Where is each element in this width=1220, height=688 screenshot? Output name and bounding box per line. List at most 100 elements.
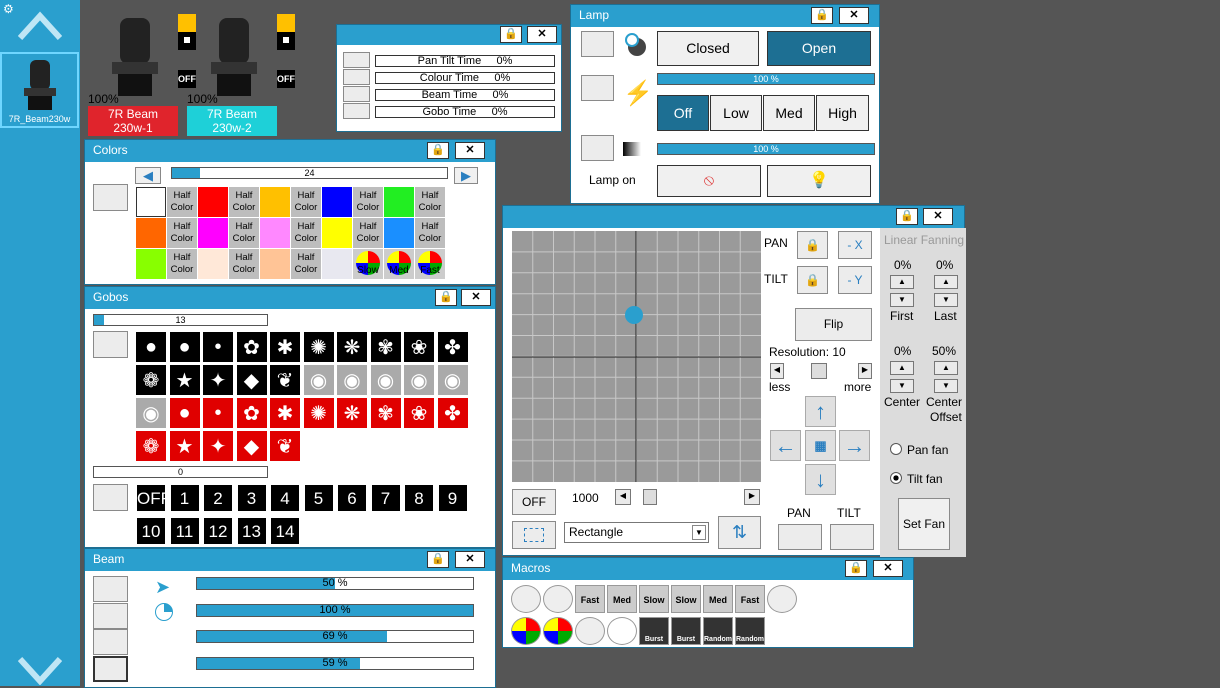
gobo-button[interactable]: ★ bbox=[169, 431, 200, 461]
gobo-slider[interactable]: 13 bbox=[93, 314, 268, 326]
color-wheel-slow-button[interactable]: Slow bbox=[353, 249, 383, 279]
pan-tilt-grid[interactable] bbox=[512, 231, 761, 482]
resolution-thumb[interactable] bbox=[811, 363, 827, 379]
arrow-up-icon[interactable]: ↑ bbox=[805, 396, 836, 427]
lock-icon[interactable]: 🔒 bbox=[427, 551, 449, 568]
color-swatch[interactable] bbox=[260, 249, 290, 279]
macro-button[interactable]: Slow bbox=[671, 585, 701, 613]
close-icon[interactable]: ✕ bbox=[923, 208, 953, 225]
pan-fan-radio[interactable] bbox=[890, 443, 902, 455]
gobo-button[interactable]: ◉ bbox=[303, 365, 334, 395]
gobo-button[interactable]: ✾ bbox=[370, 398, 401, 428]
lamp-select-button[interactable] bbox=[581, 31, 614, 57]
macro-button[interactable] bbox=[511, 585, 541, 613]
gobo-number-button[interactable]: 12 bbox=[203, 517, 233, 545]
macro-button[interactable]: Slow bbox=[639, 585, 669, 613]
timing-select-button[interactable] bbox=[343, 86, 370, 102]
color-swatch[interactable] bbox=[198, 249, 228, 279]
gobo-button[interactable]: ● bbox=[169, 332, 200, 362]
macro-button[interactable]: Random bbox=[703, 617, 733, 645]
half-color-button[interactable]: Half Color bbox=[229, 187, 259, 217]
fixture-card[interactable]: OFF 100% 7R Beam 230w-1 bbox=[88, 14, 196, 138]
macro-button[interactable]: Med bbox=[607, 585, 637, 613]
lock-icon[interactable]: 🔒 bbox=[896, 208, 918, 225]
gobo-number-button[interactable]: 6 bbox=[337, 484, 367, 512]
macro-button[interactable] bbox=[511, 617, 541, 645]
gobo-button[interactable]: ❦ bbox=[270, 431, 300, 461]
macro-button[interactable]: Burst bbox=[639, 617, 669, 645]
lock-icon[interactable]: 🔒 bbox=[427, 142, 449, 159]
close-icon[interactable]: ✕ bbox=[839, 7, 869, 24]
shutter-open-button[interactable]: Open bbox=[767, 31, 871, 66]
fixture-thumbnail[interactable]: 7R_Beam230w bbox=[0, 52, 79, 128]
last-up-button[interactable]: ▲ bbox=[934, 275, 958, 289]
gobo-button[interactable]: ✿ bbox=[236, 332, 267, 362]
close-icon[interactable]: ✕ bbox=[527, 26, 557, 43]
close-icon[interactable]: ✕ bbox=[461, 289, 491, 306]
first-down-button[interactable]: ▼ bbox=[890, 293, 914, 307]
invert-x-button[interactable]: - X bbox=[838, 231, 872, 259]
shutter-closed-button[interactable]: Closed bbox=[657, 31, 759, 66]
arrow-left-icon[interactable]: ← bbox=[770, 430, 801, 461]
gobo-button[interactable]: ● bbox=[136, 332, 166, 362]
gobo-button[interactable]: ❀ bbox=[404, 398, 434, 428]
beam-slider[interactable]: 69 % bbox=[196, 630, 474, 643]
gobo-button[interactable]: ◉ bbox=[337, 365, 367, 395]
gobo-button[interactable]: ✱ bbox=[270, 332, 300, 362]
pan-lock-button[interactable]: 🔒 bbox=[797, 231, 828, 259]
macro-button[interactable]: Random bbox=[735, 617, 765, 645]
beam-select-button[interactable] bbox=[93, 655, 128, 682]
tilt-lock-button[interactable]: 🔒 bbox=[797, 266, 828, 294]
resolution-increase[interactable]: ▶ bbox=[858, 363, 872, 379]
dimmer-select-button[interactable] bbox=[581, 135, 614, 161]
half-color-button[interactable]: Half Color bbox=[291, 218, 321, 248]
color-swatch[interactable] bbox=[260, 218, 290, 248]
gobo-number-button[interactable]: 9 bbox=[437, 484, 468, 512]
gobo-button[interactable]: ✦ bbox=[203, 365, 233, 395]
gobo-number-button[interactable]: 13 bbox=[236, 517, 267, 545]
gobo-button[interactable]: ❋ bbox=[337, 332, 367, 362]
set-fan-button[interactable]: Set Fan bbox=[898, 498, 950, 550]
timing-select-button[interactable] bbox=[343, 103, 370, 119]
beam-select-button[interactable] bbox=[93, 602, 128, 629]
gobo-number-button[interactable]: 8 bbox=[404, 484, 434, 512]
gobo-button[interactable]: ★ bbox=[169, 365, 200, 395]
tilt-fan-button[interactable] bbox=[830, 524, 874, 550]
gobo-button[interactable]: ◆ bbox=[236, 431, 267, 461]
color-swatch[interactable] bbox=[198, 218, 228, 248]
gobo-number-button[interactable]: 3 bbox=[236, 484, 267, 512]
lock-icon[interactable]: 🔒 bbox=[435, 289, 457, 306]
next-arrow-icon[interactable]: ▶ bbox=[454, 167, 478, 184]
center-icon[interactable]: ▦ bbox=[805, 430, 836, 461]
fixture-name-label[interactable]: 7R Beam 230w-1 bbox=[88, 106, 178, 136]
half-color-button[interactable]: Half Color bbox=[415, 218, 445, 248]
macro-button[interactable]: Burst bbox=[671, 617, 701, 645]
close-icon[interactable]: ✕ bbox=[455, 551, 485, 568]
lock-icon[interactable]: 🔒 bbox=[845, 560, 867, 577]
color-swatch[interactable] bbox=[136, 187, 166, 217]
color-swatch[interactable] bbox=[198, 187, 228, 217]
chevron-down-icon[interactable] bbox=[18, 655, 62, 685]
first-up-button[interactable]: ▲ bbox=[890, 275, 914, 289]
half-color-button[interactable]: Half Color bbox=[353, 218, 383, 248]
fixture-name-label[interactable]: 7R Beam 230w-2 bbox=[187, 106, 277, 136]
gobo-button[interactable]: ❁ bbox=[136, 431, 166, 461]
gobo-button[interactable]: ❀ bbox=[404, 332, 434, 362]
beam-slider[interactable]: 59 % bbox=[196, 656, 474, 670]
fixture-card[interactable]: OFF 100% 7R Beam 230w-2 bbox=[187, 14, 295, 138]
half-color-button[interactable]: Half Color bbox=[229, 249, 259, 279]
beam-slider[interactable]: 50 % bbox=[196, 577, 474, 590]
gobo-button[interactable]: ❁ bbox=[136, 365, 166, 395]
close-icon[interactable]: ✕ bbox=[455, 142, 485, 159]
half-color-button[interactable]: Half Color bbox=[353, 187, 383, 217]
color-swatch[interactable] bbox=[384, 218, 414, 248]
timing-slider[interactable]: Gobo Time 0% bbox=[375, 106, 555, 118]
color-select-button[interactable] bbox=[93, 184, 128, 211]
tilt-fan-radio[interactable] bbox=[890, 472, 902, 484]
macro-button[interactable] bbox=[543, 585, 573, 613]
half-color-button[interactable]: Half Color bbox=[415, 187, 445, 217]
color-wheel-fast-button[interactable]: Fast bbox=[415, 249, 445, 279]
speed-increase[interactable]: ▶ bbox=[744, 489, 760, 505]
gobo-button[interactable]: ❦ bbox=[270, 365, 300, 395]
gobo-button[interactable]: • bbox=[203, 332, 233, 362]
